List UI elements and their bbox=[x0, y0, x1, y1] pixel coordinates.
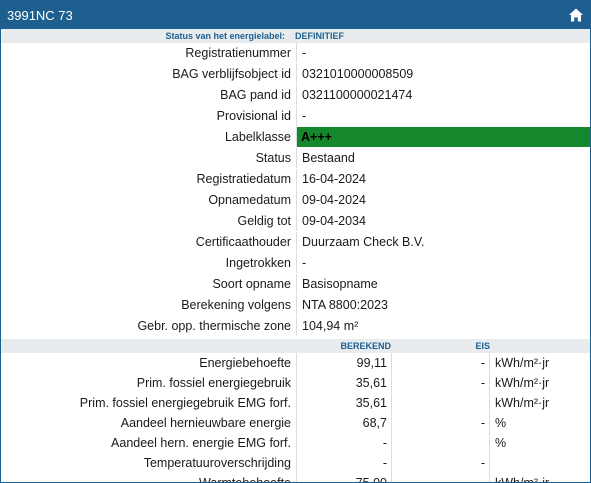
field-row: BAG pand id 0321100000021474 bbox=[1, 85, 590, 106]
title-bar: 3991NC 73 bbox=[1, 1, 590, 29]
unit: % bbox=[495, 436, 507, 450]
field-value: 104,94 m² bbox=[302, 319, 359, 333]
field-label: Soort opname bbox=[1, 274, 297, 294]
eis-value bbox=[392, 433, 490, 453]
berekend-value: 75,00 bbox=[297, 473, 392, 482]
field-label: Registratienummer bbox=[1, 43, 297, 63]
field-row: Registratiedatum 16-04-2024 bbox=[1, 169, 590, 190]
energy-label: Aandeel hernieuwbare energie bbox=[1, 413, 297, 433]
berekend-value: - bbox=[297, 453, 392, 473]
field-label: Certificaathouder bbox=[1, 232, 297, 252]
energy-label: Energiebehoefte bbox=[1, 353, 297, 373]
eis-value bbox=[392, 473, 490, 482]
field-label: Registratiedatum bbox=[1, 169, 297, 189]
eis-value bbox=[392, 393, 490, 413]
energy-row: Energiebehoefte 99,11 - kWh/m²·jr bbox=[1, 353, 590, 373]
field-value: Duurzaam Check B.V. bbox=[302, 235, 425, 249]
field-row: Opnamedatum 09-04-2024 bbox=[1, 190, 590, 211]
field-row: Soort opname Basisopname bbox=[1, 274, 590, 295]
energy-row: Warmtebehoefte 75,00 kWh/m²·jr bbox=[1, 473, 590, 483]
berekend-value: 35,61 bbox=[297, 393, 392, 413]
field-label: Provisional id bbox=[1, 106, 297, 126]
energy-label: Prim. fossiel energiegebruik EMG forf. bbox=[1, 393, 297, 413]
unit: kWh/m²·jr bbox=[495, 396, 550, 410]
energy-row: Prim. fossiel energiegebruik EMG forf. 3… bbox=[1, 393, 590, 413]
energy-label: Aandeel hern. energie EMG forf. bbox=[1, 433, 297, 453]
eis-value: - bbox=[392, 353, 490, 373]
field-row: Registratienummer - bbox=[1, 43, 590, 64]
unit: kWh/m²·jr bbox=[495, 476, 550, 483]
energielabel-panel: 3991NC 73 Status van het energielabel: D… bbox=[0, 0, 591, 483]
field-label: Opnamedatum bbox=[1, 190, 297, 210]
eis-value: - bbox=[392, 373, 490, 393]
unit: kWh/m²·jr bbox=[495, 356, 550, 370]
berekend-value: 99,11 bbox=[297, 353, 392, 373]
field-label: Geldig tot bbox=[1, 211, 297, 231]
energy-row: Temperatuuroverschrijding - - bbox=[1, 453, 590, 473]
field-value: - bbox=[302, 109, 307, 123]
address-title: 3991NC 73 bbox=[7, 7, 73, 23]
home-icon[interactable] bbox=[568, 7, 584, 23]
field-value: Bestaand bbox=[302, 151, 355, 165]
column-header-berekend: BEREKEND bbox=[340, 341, 391, 351]
berekend-value: - bbox=[297, 433, 392, 453]
eis-value: - bbox=[392, 413, 490, 433]
details-table: Registratienummer - BAG verblijfsobject … bbox=[1, 43, 590, 337]
field-row: Berekening volgens NTA 8800:2023 bbox=[1, 295, 590, 316]
energy-row: Aandeel hern. energie EMG forf. - % bbox=[1, 433, 590, 453]
status-value: DEFINITIEF bbox=[295, 31, 344, 41]
field-row: Provisional id - bbox=[1, 106, 590, 127]
field-row: Status Bestaand bbox=[1, 148, 590, 169]
field-row: Certificaathouder Duurzaam Check B.V. bbox=[1, 232, 590, 253]
unit: kWh/m²·jr bbox=[495, 376, 550, 390]
unit: % bbox=[495, 416, 507, 430]
field-label: BAG pand id bbox=[1, 85, 297, 105]
energy-table-header: BEREKEND EIS bbox=[1, 339, 590, 353]
field-label: Berekening volgens bbox=[1, 295, 297, 315]
energy-label: Temperatuuroverschrijding bbox=[1, 453, 297, 473]
field-row: Geldig tot 09-04-2034 bbox=[1, 211, 590, 232]
field-label: BAG verblijfsobject id bbox=[1, 64, 297, 84]
status-label: Status van het energielabel: bbox=[165, 31, 285, 41]
field-value: 09-04-2024 bbox=[302, 193, 366, 207]
field-label: Gebr. opp. thermische zone bbox=[1, 316, 297, 336]
field-row: Gebr. opp. thermische zone 104,94 m² bbox=[1, 316, 590, 337]
field-value: 09-04-2034 bbox=[302, 214, 366, 228]
berekend-value: 35,61 bbox=[297, 373, 392, 393]
energy-label: Prim. fossiel energiegebruik bbox=[1, 373, 297, 393]
field-value: - bbox=[302, 46, 307, 60]
field-value: NTA 8800:2023 bbox=[302, 298, 388, 312]
energy-row: Aandeel hernieuwbare energie 68,7 - % bbox=[1, 413, 590, 433]
eis-value: - bbox=[392, 453, 490, 473]
field-value: 16-04-2024 bbox=[302, 172, 366, 186]
field-value: 0321010000008509 bbox=[302, 67, 414, 81]
berekend-value: 68,7 bbox=[297, 413, 392, 433]
field-row: Ingetrokken - bbox=[1, 253, 590, 274]
unit bbox=[490, 453, 590, 473]
status-header: Status van het energielabel: DEFINITIEF bbox=[1, 29, 590, 43]
field-label: Ingetrokken bbox=[1, 253, 297, 273]
field-row-labelklasse: Labelklasse A+++ bbox=[1, 127, 590, 148]
energy-row: Prim. fossiel energiegebruik 35,61 - kWh… bbox=[1, 373, 590, 393]
field-value: Basisopname bbox=[302, 277, 378, 291]
energy-table: Energiebehoefte 99,11 - kWh/m²·jr Prim. … bbox=[1, 353, 590, 483]
energy-label: Warmtebehoefte bbox=[1, 473, 297, 482]
field-label: Status bbox=[1, 148, 297, 168]
column-header-eis: EIS bbox=[475, 341, 490, 351]
field-label: Labelklasse bbox=[1, 127, 297, 147]
field-value: - bbox=[302, 256, 307, 270]
field-value: 0321100000021474 bbox=[302, 88, 413, 102]
field-row: BAG verblijfsobject id 0321010000008509 bbox=[1, 64, 590, 85]
labelklasse-badge: A+++ bbox=[297, 127, 590, 147]
